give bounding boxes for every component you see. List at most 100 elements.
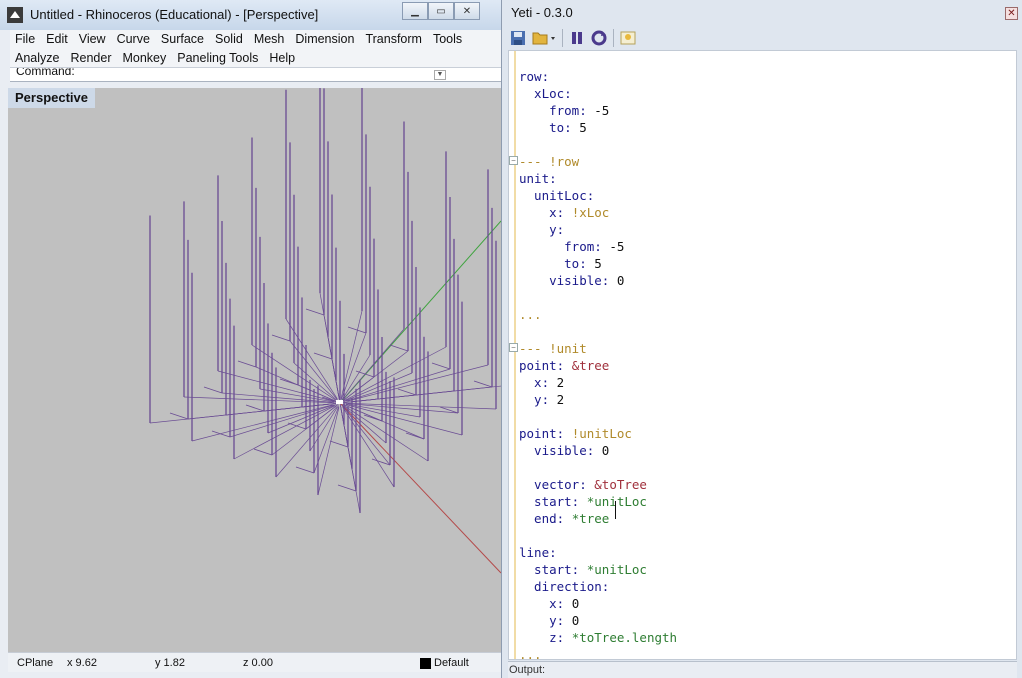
fold-toggle-unit[interactable]: − [509, 343, 518, 352]
code-token: direction: [519, 579, 610, 594]
yeti-toolbar [507, 26, 639, 50]
menu-curve[interactable]: Curve [117, 30, 150, 49]
output-panel: Output: [508, 661, 1017, 678]
code-token: &tree [571, 358, 610, 373]
code-line[interactable]: y: 0 [519, 612, 677, 629]
code-line[interactable]: point: !unitLoc [519, 425, 677, 442]
code-line[interactable]: line: [519, 544, 677, 561]
code-line[interactable]: from: -5 [519, 238, 677, 255]
code-line[interactable]: z: *toTree.length [519, 629, 677, 646]
viewport-canvas[interactable] [8, 88, 501, 652]
refresh-button[interactable] [588, 27, 610, 49]
code-line[interactable]: start: *unitLoc [519, 561, 677, 578]
status-layer[interactable]: Default [434, 657, 469, 669]
code-line[interactable]: x: 0 [519, 595, 677, 612]
minimize-button[interactable]: ▁ [402, 2, 428, 20]
code-line[interactable]: ... [519, 646, 677, 659]
minimize-icon: ▁ [411, 5, 419, 17]
code-line[interactable] [519, 527, 677, 544]
open-button[interactable] [529, 27, 559, 49]
code-line[interactable]: from: -5 [519, 102, 677, 119]
menu-tools[interactable]: Tools [433, 30, 462, 49]
close-button[interactable]: ✕ [454, 2, 480, 20]
geometry-line [341, 376, 375, 402]
code-token: --- !row [519, 154, 580, 169]
status-cplane[interactable]: CPlane [17, 657, 53, 669]
layer-color-swatch [420, 658, 431, 669]
menu-transform[interactable]: Transform [365, 30, 422, 49]
geometry-line [295, 466, 315, 474]
save-button[interactable] [507, 27, 529, 49]
pause-icon [572, 32, 582, 44]
menu-edit[interactable]: Edit [46, 30, 68, 49]
fold-gutter [514, 51, 516, 659]
maximize-button[interactable]: ▭ [428, 2, 454, 20]
code-line[interactable]: x: !xLoc [519, 204, 677, 221]
code-token: y: [519, 222, 565, 237]
code-line[interactable] [519, 289, 677, 306]
maximize-icon: ▭ [436, 5, 446, 17]
menu-file[interactable]: File [15, 30, 35, 49]
menu-view[interactable]: View [79, 30, 106, 49]
code-line[interactable]: to: 5 [519, 255, 677, 272]
code-line[interactable]: y: [519, 221, 677, 238]
code-line[interactable]: point: &tree [519, 357, 677, 374]
geometry-line [345, 368, 451, 402]
code-line[interactable]: xLoc: [519, 85, 677, 102]
image-icon [620, 31, 636, 45]
status-x: x 9.62 [67, 657, 97, 669]
code-line[interactable]: vector: &toTree [519, 476, 677, 493]
code-token: line: [519, 545, 557, 560]
code-line[interactable]: unitLoc: [519, 187, 677, 204]
code-line[interactable]: direction: [519, 578, 677, 595]
geometry-line [397, 388, 417, 396]
command-history-dropdown[interactable]: ▼ [434, 70, 446, 80]
code-line[interactable]: to: 5 [519, 119, 677, 136]
code-line[interactable] [519, 136, 677, 153]
yeti-close-button[interactable]: ✕ [1005, 7, 1018, 20]
code-token: xLoc: [519, 86, 572, 101]
menu-dimension[interactable]: Dimension [295, 30, 354, 49]
code-editor[interactable]: − − row: xLoc: from: -5 to: 5 --- !row un… [508, 50, 1017, 660]
fold-toggle-row[interactable]: − [509, 156, 518, 165]
rhino-window-controls: ▁ ▭ ✕ [402, 2, 480, 20]
code-line[interactable]: visible: 0 [519, 272, 677, 289]
code-line[interactable] [519, 408, 677, 425]
menu-paneling-tools[interactable]: Paneling Tools [177, 49, 258, 68]
viewport-label[interactable]: Perspective [8, 88, 95, 108]
pause-button[interactable] [566, 27, 588, 49]
geometry-line [340, 332, 367, 400]
code-line[interactable]: --- !unit [519, 340, 677, 357]
code-line[interactable]: y: 2 [519, 391, 677, 408]
code-line[interactable]: x: 2 [519, 374, 677, 391]
geometry-line [329, 440, 349, 448]
code-line[interactable]: visible: 0 [519, 442, 677, 459]
code-token: 2 [556, 375, 565, 390]
menu-surface[interactable]: Surface [161, 30, 204, 49]
menu-render[interactable]: Render [70, 49, 111, 68]
menu-monkey[interactable]: Monkey [122, 49, 166, 68]
perspective-viewport[interactable]: Perspective [8, 88, 501, 652]
code-line[interactable]: start: *unitLoc [519, 493, 677, 510]
code-line[interactable]: row: [519, 68, 677, 85]
code-token: y: [519, 392, 557, 407]
code-token: 5 [594, 256, 602, 271]
code-line[interactable] [519, 323, 677, 340]
code-line[interactable]: end: *tree [519, 510, 677, 527]
image-button[interactable] [617, 27, 639, 49]
code-line[interactable]: --- !row [519, 153, 677, 170]
code-line[interactable]: unit: [519, 170, 677, 187]
menu-analyze[interactable]: Analyze [15, 49, 59, 68]
geometry-line [271, 405, 337, 456]
menu-solid[interactable]: Solid [215, 30, 243, 49]
command-label: Command: [16, 68, 75, 78]
yaml-code[interactable]: row: xLoc: from: -5 to: 5 --- !row unit: … [519, 68, 677, 659]
code-line[interactable] [519, 459, 677, 476]
geometry-line [271, 334, 291, 342]
geometry-line [293, 362, 338, 402]
rhino-title-bar: Untitled - Rhinoceros (Educational) - [P… [0, 0, 501, 30]
menu-help[interactable]: Help [269, 49, 295, 68]
command-line[interactable]: Command: ▼ [10, 68, 501, 82]
menu-mesh[interactable]: Mesh [254, 30, 285, 49]
code-line[interactable]: ... [519, 306, 677, 323]
